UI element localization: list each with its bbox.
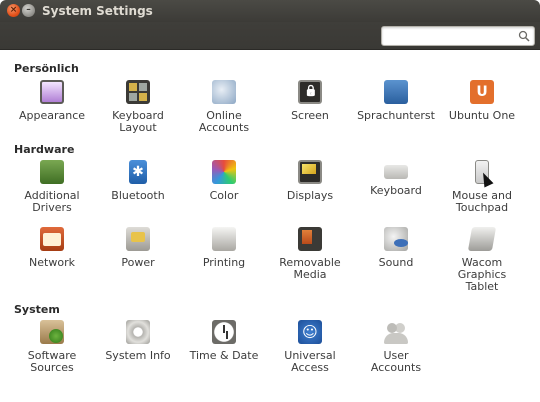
item-label: Network xyxy=(29,256,75,269)
item-label: Color xyxy=(209,189,239,202)
power-icon xyxy=(126,227,150,251)
item-appearance[interactable]: Appearance xyxy=(9,80,95,122)
item-time-date[interactable]: Time & Date xyxy=(181,320,267,362)
ubuntu-one-icon: U xyxy=(470,80,494,104)
settings-panel: Persönlich Appearance Keyboard Layout On… xyxy=(0,50,540,402)
item-label: Software Sources xyxy=(27,349,77,374)
software-sources-icon xyxy=(40,320,64,344)
wacom-tablet-icon xyxy=(467,227,497,251)
item-label: Sound xyxy=(378,256,414,269)
minimize-button[interactable]: – xyxy=(22,4,35,17)
item-user-accounts[interactable]: User Accounts xyxy=(353,320,439,374)
item-label: Power xyxy=(121,256,155,269)
item-label: Sprachunterst xyxy=(357,109,435,122)
item-wacom-tablet[interactable]: Wacom Graphics Tablet xyxy=(439,227,525,293)
item-additional-drivers[interactable]: Additional Drivers xyxy=(9,160,95,214)
search-input[interactable] xyxy=(386,29,512,43)
item-power[interactable]: Power xyxy=(95,227,181,269)
item-label: System Info xyxy=(105,349,171,362)
item-label: Keyboard Layout xyxy=(112,109,164,134)
item-sound[interactable]: Sound xyxy=(353,227,439,269)
item-screen[interactable]: Screen xyxy=(267,80,353,122)
item-label: Online Accounts xyxy=(198,109,250,134)
window-title: System Settings xyxy=(42,4,153,18)
search-box[interactable] xyxy=(381,26,535,46)
item-printing[interactable]: Printing xyxy=(181,227,267,269)
online-accounts-icon xyxy=(212,80,236,104)
item-system-info[interactable]: System Info xyxy=(95,320,181,362)
title-bar: × – System Settings xyxy=(0,0,540,22)
language-support-icon xyxy=(384,80,408,104)
displays-icon xyxy=(298,160,322,184)
item-label: Time & Date xyxy=(189,349,259,362)
item-bluetooth[interactable]: ✱ Bluetooth xyxy=(95,160,181,202)
item-label: Bluetooth xyxy=(111,189,165,202)
keyboard-layout-icon xyxy=(126,80,150,104)
removable-media-icon xyxy=(298,227,322,251)
item-color[interactable]: Color xyxy=(181,160,267,202)
item-label: Mouse and Touchpad xyxy=(452,189,512,214)
item-label: Wacom Graphics Tablet xyxy=(457,256,507,293)
close-button[interactable]: × xyxy=(7,4,20,17)
item-label: Appearance xyxy=(18,109,86,122)
item-label: Additional Drivers xyxy=(24,189,80,214)
screen-lock-icon xyxy=(298,80,322,104)
item-label: Displays xyxy=(286,189,334,202)
item-label: Keyboard xyxy=(370,184,422,197)
item-label: Screen xyxy=(291,109,329,122)
item-label: User Accounts xyxy=(370,349,422,374)
item-label: Ubuntu One xyxy=(448,109,516,122)
item-keyboard[interactable]: Keyboard xyxy=(353,160,439,197)
section-title-hardware: Hardware xyxy=(14,143,75,156)
item-label: Universal Access xyxy=(284,349,336,374)
section-title-system: System xyxy=(14,303,60,316)
item-keyboard-layout[interactable]: Keyboard Layout xyxy=(95,80,181,134)
item-software-sources[interactable]: Software Sources xyxy=(9,320,95,374)
clock-icon xyxy=(212,320,236,344)
color-icon xyxy=(212,160,236,184)
network-icon xyxy=(40,227,64,251)
item-removable-media[interactable]: Removable Media xyxy=(267,227,353,281)
gear-icon xyxy=(126,320,150,344)
bluetooth-icon: ✱ xyxy=(129,160,147,184)
item-displays[interactable]: Displays xyxy=(267,160,353,202)
item-mouse-touchpad[interactable]: Mouse and Touchpad xyxy=(439,160,525,214)
printer-icon xyxy=(212,227,236,251)
item-universal-access[interactable]: ☺ Universal Access xyxy=(267,320,353,374)
sound-icon xyxy=(384,227,408,251)
appearance-icon xyxy=(40,80,64,104)
search-icon[interactable] xyxy=(518,30,530,42)
users-icon xyxy=(384,320,408,344)
item-label: Removable Media xyxy=(279,256,341,281)
toolbar xyxy=(0,22,540,50)
accessibility-icon: ☺ xyxy=(298,320,322,344)
drivers-icon xyxy=(40,160,64,184)
item-sprachunterst[interactable]: Sprachunterst xyxy=(353,80,439,122)
item-online-accounts[interactable]: Online Accounts xyxy=(181,80,267,134)
item-label: Printing xyxy=(202,256,246,269)
item-ubuntu-one[interactable]: U Ubuntu One xyxy=(439,80,525,122)
section-title-personal: Persönlich xyxy=(14,62,79,75)
item-network[interactable]: Network xyxy=(9,227,95,269)
keyboard-icon xyxy=(384,165,408,179)
